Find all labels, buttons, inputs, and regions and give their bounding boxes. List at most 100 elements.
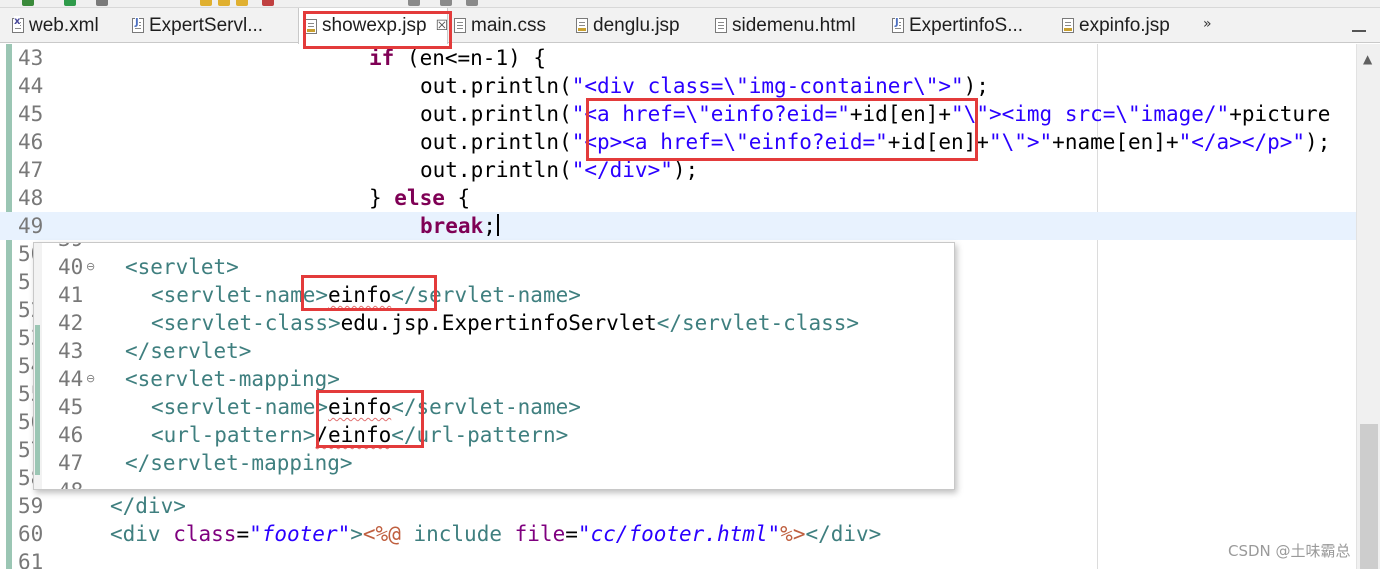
tab-label: web.xml — [29, 14, 99, 36]
code-token: ); — [672, 158, 699, 182]
jsp-file-icon — [1062, 18, 1074, 33]
line-number: 46 — [58, 423, 84, 447]
tab-label: showexp.jsp — [322, 15, 427, 36]
code-text: <servlet-name>einfo</servlet-name> — [151, 393, 581, 421]
code-line[interactable]: 59 </div> — [0, 492, 1356, 520]
code-token: <servlet> — [125, 255, 239, 279]
tab-expinfo-jsp[interactable]: expinfo.jsp — [1062, 8, 1170, 43]
toolbar-strip — [0, 0, 1380, 8]
popup-code-line: 40 ⊖ <servlet> — [34, 253, 954, 281]
popup-code-line: 44 ⊖ <servlet-mapping> — [34, 365, 954, 393]
code-token: /einfo — [315, 423, 392, 447]
line-number: 43 — [58, 339, 84, 363]
line-number: 45 — [58, 395, 84, 419]
code-line[interactable]: 45 out.println("<a href=\"einfo?eid="+id[… — [0, 100, 1356, 128]
code-token: </url-pattern> — [391, 423, 569, 447]
code-token: einfo — [328, 395, 392, 419]
toolbar-icon[interactable] — [200, 0, 212, 6]
editor-tab-bar: web.xml ExpertServl... showexp.jsp ☒ mai… — [0, 8, 1380, 44]
tab-denglu-jsp[interactable]: denglu.jsp — [576, 8, 680, 43]
css-file-icon — [454, 18, 466, 33]
code-token: ; — [483, 214, 496, 238]
tab-showexp-jsp[interactable]: showexp.jsp ☒ — [298, 8, 448, 44]
vertical-scrollbar[interactable]: ▲ — [1356, 44, 1380, 569]
code-token: <servlet-mapping> — [125, 367, 340, 391]
code-token: <%@ — [362, 522, 401, 546]
line-number: 47 — [18, 158, 44, 182]
code-line[interactable]: 47 out.println("</div>"); — [0, 156, 1356, 184]
toolbar-icon[interactable] — [262, 0, 274, 6]
code-token: edu.jsp.ExpertinfoServlet — [340, 311, 657, 335]
code-token: </servlet-mapping> — [125, 451, 353, 475]
fold-icon[interactable]: ⊖ — [86, 260, 95, 273]
code-token: } — [369, 186, 395, 210]
html-file-icon — [715, 18, 727, 33]
code-text: out.println("</div>"); — [420, 156, 698, 184]
toolbar-icon[interactable] — [96, 0, 108, 6]
popup-code-line: 45 <servlet-name>einfo</servlet-name> — [34, 393, 954, 421]
partial-line-number: 48 — [58, 477, 83, 489]
code-token: <servlet-class> — [151, 311, 341, 335]
code-line[interactable]: 43 if (en<=n-1) { — [0, 44, 1356, 72]
line-number: 46 — [18, 130, 44, 154]
code-token: "<p><a href=\"einfo?eid=" — [571, 130, 888, 154]
code-line[interactable]: 60 <div class="footer"><%@ include file="… — [0, 520, 1356, 548]
line-number: 41 — [58, 283, 84, 307]
tab-expertservlet[interactable]: ExpertServl... — [132, 8, 263, 43]
toolbar-icon[interactable] — [440, 0, 452, 6]
toolbar-icon[interactable] — [22, 0, 34, 6]
code-text: break; — [420, 212, 499, 240]
toolbar-icon[interactable] — [466, 0, 478, 6]
popup-code-line: 42 <servlet-class>edu.jsp.ExpertinfoServl… — [34, 309, 954, 337]
popup-code-line: 41 <servlet-name>einfo</servlet-name> — [34, 281, 954, 309]
code-line[interactable]: 49 break; — [0, 212, 1356, 240]
tab-sidemenu-html[interactable]: sidemenu.html — [715, 8, 856, 43]
code-line[interactable]: 44 out.println("<div class=\"img-containe… — [0, 72, 1356, 100]
tab-expertinfoservlet[interactable]: ExpertinfoS... — [892, 8, 1023, 43]
code-token: out.println( — [420, 158, 572, 182]
code-line[interactable]: 46 out.println("<p><a href=\"einfo?eid="+… — [0, 128, 1356, 156]
popup-code-line: 47 </servlet-mapping> — [34, 449, 954, 477]
close-icon[interactable]: ☒ — [436, 18, 449, 34]
code-line[interactable]: 48} else { — [0, 184, 1356, 212]
code-text: <servlet-name>einfo</servlet-name> — [151, 281, 581, 309]
code-token: "\">" — [988, 130, 1053, 154]
code-line[interactable]: 61 — [0, 548, 1356, 569]
toolbar-icon[interactable] — [236, 0, 248, 6]
code-token: = — [236, 522, 250, 546]
code-text: if (en<=n-1) { — [369, 44, 546, 72]
minimize-icon[interactable] — [1352, 30, 1366, 32]
tab-label: sidemenu.html — [732, 14, 856, 36]
toolbar-icon[interactable] — [64, 0, 76, 6]
code-token: = — [565, 522, 578, 546]
code-token: "cc/footer.html" — [577, 522, 781, 546]
code-token: out.println( — [420, 74, 572, 98]
code-token: <div — [110, 522, 174, 546]
toolbar-icon[interactable] — [408, 0, 420, 6]
scroll-up-icon[interactable]: ▲ — [1363, 52, 1372, 66]
hover-popup: 39 48 40⊖<servlet>41<servlet-name>einfo<… — [33, 242, 955, 490]
line-number: 49 — [18, 214, 44, 238]
code-token: <servlet-name> — [151, 395, 329, 419]
tab-web-xml[interactable]: web.xml — [12, 8, 99, 43]
code-token: out.println( — [420, 130, 572, 154]
tab-main-css[interactable]: main.css — [454, 8, 546, 43]
code-text: <servlet-class>edu.jsp.ExpertinfoServlet… — [151, 309, 859, 337]
code-token: (en<=n-1) { — [394, 46, 547, 70]
text-cursor — [496, 214, 499, 236]
code-token: </div> — [110, 494, 186, 518]
code-text: </div> — [110, 492, 186, 520]
popup-code-line: 46 <url-pattern>/einfo</url-pattern> — [34, 421, 954, 449]
tab-label: expinfo.jsp — [1079, 14, 1170, 36]
code-text: out.println("<a href=\"einfo?eid="+id[en… — [420, 100, 1330, 128]
code-token: %> — [780, 522, 806, 546]
code-token: "footer" — [249, 522, 351, 546]
fold-icon[interactable]: ⊖ — [86, 372, 95, 385]
code-token: "<a href=\"einfo?eid=" — [571, 102, 850, 126]
line-number: 45 — [18, 102, 44, 126]
toolbar-icon[interactable] — [218, 0, 230, 6]
code-token: > — [350, 522, 363, 546]
code-text: <url-pattern>/einfo</url-pattern> — [151, 421, 568, 449]
scroll-thumb[interactable] — [1360, 424, 1378, 569]
tab-overflow-button[interactable]: » — [1203, 16, 1212, 32]
